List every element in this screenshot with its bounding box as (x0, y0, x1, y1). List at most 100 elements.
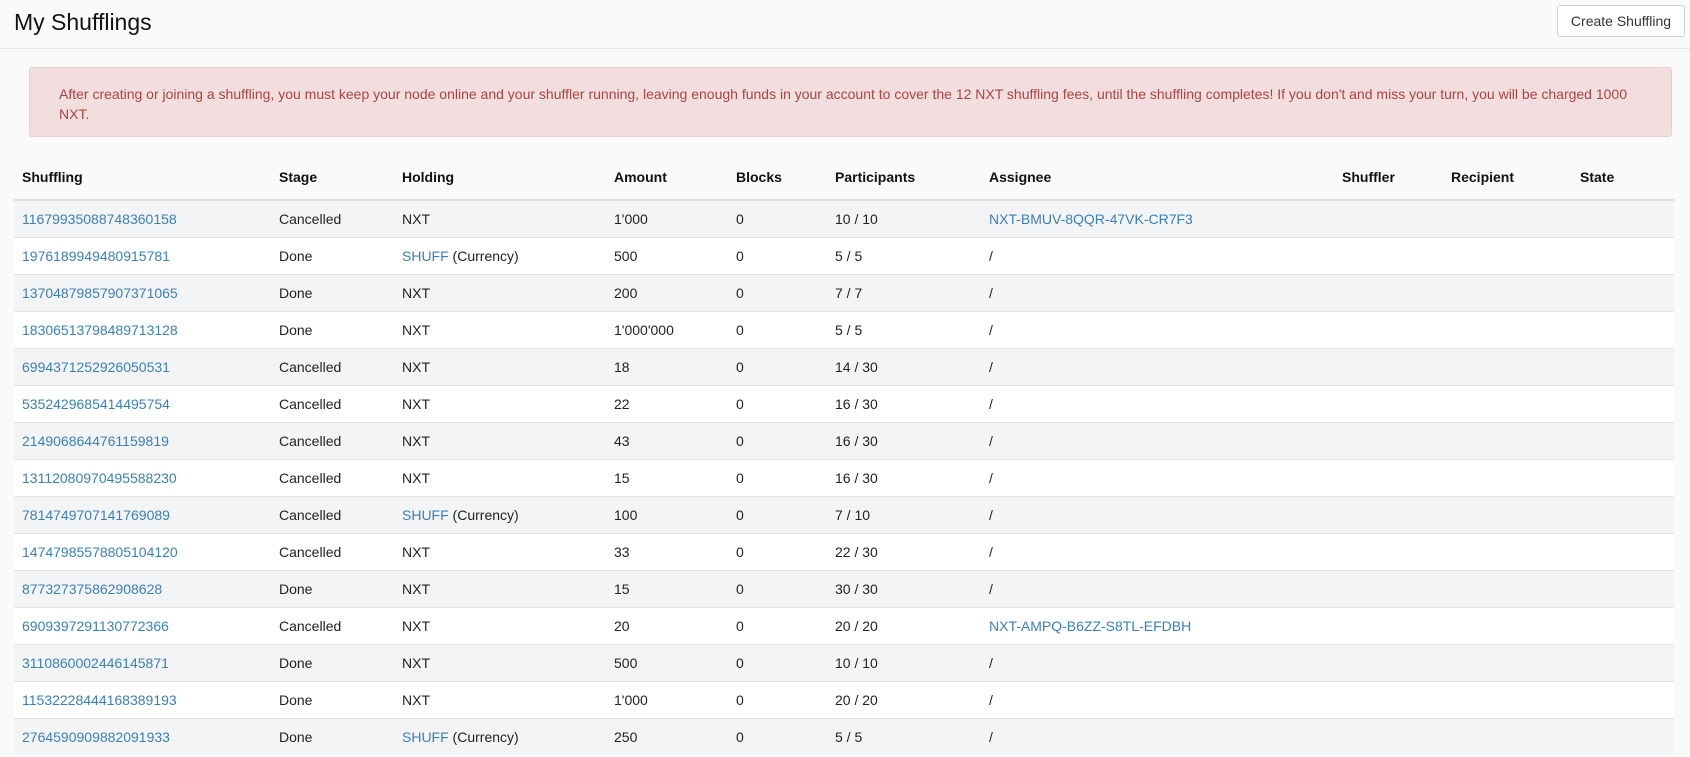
holding-text: NXT (402, 581, 430, 597)
assignee-cell: / (981, 644, 1334, 682)
shuffling-id-link[interactable]: 2764590909882091933 (22, 729, 170, 745)
stage-cell: Done (271, 274, 394, 312)
state-cell (1572, 496, 1674, 534)
col-header-recipient: Recipient (1443, 165, 1572, 201)
shuffling-id-link[interactable]: 13704879857907371065 (22, 285, 178, 301)
recipient-cell (1443, 385, 1572, 423)
shuffler-cell (1334, 496, 1443, 534)
shuffling-id-link[interactable]: 6909397291130772366 (22, 618, 169, 634)
state-cell (1572, 533, 1674, 571)
assignee-link[interactable]: NXT-AMPQ-B6ZZ-S8TL-EFDBH (989, 618, 1191, 634)
table-header-row: Shuffling Stage Holding Amount Blocks Pa… (14, 165, 1674, 201)
stage-text: Cancelled (279, 618, 342, 634)
assignee-text: / (989, 507, 993, 523)
amount-cell: 1'000'000 (606, 311, 728, 349)
participants-cell: 7 / 10 (827, 496, 981, 534)
assignee-text: / (989, 544, 993, 560)
assignee-cell: / (981, 533, 1334, 571)
table-row: 7814749707141769089 Cancelled SHUFF (Curre… (14, 496, 1674, 534)
holding-cell: SHUFF (Currency) (394, 496, 606, 534)
holding-cell: NXT (394, 348, 606, 386)
participants-text: 16 / 30 (835, 470, 878, 486)
participants-text: 16 / 30 (835, 396, 878, 412)
shuffling-id-link[interactable]: 3110860002446145871 (22, 655, 169, 671)
assignee-text: / (989, 248, 993, 264)
holding-link[interactable]: SHUFF (402, 248, 449, 264)
blocks-text: 0 (736, 544, 744, 560)
shuffling-id-link[interactable]: 18306513798489713128 (22, 322, 178, 338)
shuffling-id-link[interactable]: 11532228444168389193 (22, 692, 177, 708)
shuffling-id-cell: 6909397291130772366 (14, 607, 271, 645)
shuffling-id-link[interactable]: 6994371252926050531 (22, 359, 170, 375)
shuffling-id-link[interactable]: 1976189949480915781 (22, 248, 170, 264)
shuffler-cell (1334, 681, 1443, 719)
recipient-cell (1443, 274, 1572, 312)
blocks-text: 0 (736, 396, 744, 412)
stage-cell: Cancelled (271, 422, 394, 460)
holding-cell: NXT (394, 311, 606, 349)
shuffling-id-link[interactable]: 5352429685414495754 (22, 396, 170, 412)
participants-text: 22 / 30 (835, 544, 878, 560)
participants-cell: 5 / 5 (827, 311, 981, 349)
stage-text: Done (279, 581, 313, 597)
assignee-cell: NXT-AMPQ-B6ZZ-S8TL-EFDBH (981, 607, 1334, 645)
state-cell (1572, 311, 1674, 349)
participants-cell: 16 / 30 (827, 385, 981, 423)
shuffler-cell (1334, 718, 1443, 755)
stage-text: Cancelled (279, 396, 342, 412)
shuffler-cell (1334, 311, 1443, 349)
holding-text: NXT (402, 470, 430, 486)
shuffler-cell (1334, 607, 1443, 645)
shuffler-cell (1334, 385, 1443, 423)
stage-cell: Done (271, 718, 394, 755)
table-row: 18306513798489713128 Done NXT 1'000'000 0 5 /… (14, 311, 1674, 349)
shuffling-id-cell: 18306513798489713128 (14, 311, 271, 349)
stage-text: Cancelled (279, 544, 342, 560)
amount-text: 1'000'000 (614, 322, 674, 338)
stage-cell: Cancelled (271, 385, 394, 423)
col-header-state: State (1572, 165, 1674, 201)
amount-cell: 43 (606, 422, 728, 460)
col-header-amount: Amount (606, 165, 728, 201)
table-row: 11679935088748360158 Cancelled NXT 1'000 0 10… (14, 199, 1674, 238)
shuffling-id-link[interactable]: 14747985578805104120 (22, 544, 178, 560)
recipient-cell (1443, 533, 1572, 571)
holding-link[interactable]: SHUFF (402, 507, 449, 523)
stage-cell: Cancelled (271, 607, 394, 645)
blocks-cell: 0 (728, 311, 827, 349)
col-header-holding: Holding (394, 165, 606, 201)
stage-cell: Done (271, 237, 394, 275)
stage-text: Cancelled (279, 359, 342, 375)
stage-text: Done (279, 285, 313, 301)
shuffling-id-link[interactable]: 13112080970495588230 (22, 470, 177, 486)
stage-cell: Cancelled (271, 533, 394, 571)
shuffler-cell (1334, 459, 1443, 497)
recipient-cell (1443, 570, 1572, 608)
stage-cell: Cancelled (271, 199, 394, 238)
holding-link[interactable]: SHUFF (402, 729, 449, 745)
create-shuffling-button[interactable]: Create Shuffling (1557, 5, 1685, 37)
shuffling-id-link[interactable]: 7814749707141769089 (22, 507, 170, 523)
participants-cell: 5 / 5 (827, 718, 981, 755)
holding-cell: NXT (394, 274, 606, 312)
holding-cell: NXT (394, 385, 606, 423)
blocks-text: 0 (736, 618, 744, 634)
blocks-text: 0 (736, 433, 744, 449)
participants-text: 10 / 10 (835, 211, 878, 227)
shuffling-id-link[interactable]: 2149068644761159819 (22, 433, 169, 449)
shuffling-id-link[interactable]: 11679935088748360158 (22, 211, 177, 227)
stage-cell: Cancelled (271, 496, 394, 534)
holding-cell: SHUFF (Currency) (394, 237, 606, 275)
table-row: 13704879857907371065 Done NXT 200 0 7 / 7 / (14, 274, 1674, 312)
assignee-link[interactable]: NXT-BMUV-8QQR-47VK-CR7F3 (989, 211, 1193, 227)
participants-cell: 14 / 30 (827, 348, 981, 386)
amount-cell: 20 (606, 607, 728, 645)
assignee-text: / (989, 729, 993, 745)
amount-cell: 22 (606, 385, 728, 423)
shuffling-id-link[interactable]: 877327375862908628 (22, 581, 162, 597)
recipient-cell (1443, 348, 1572, 386)
state-cell (1572, 718, 1674, 755)
participants-cell: 22 / 30 (827, 533, 981, 571)
assignee-cell: / (981, 311, 1334, 349)
assignee-cell: / (981, 718, 1334, 755)
